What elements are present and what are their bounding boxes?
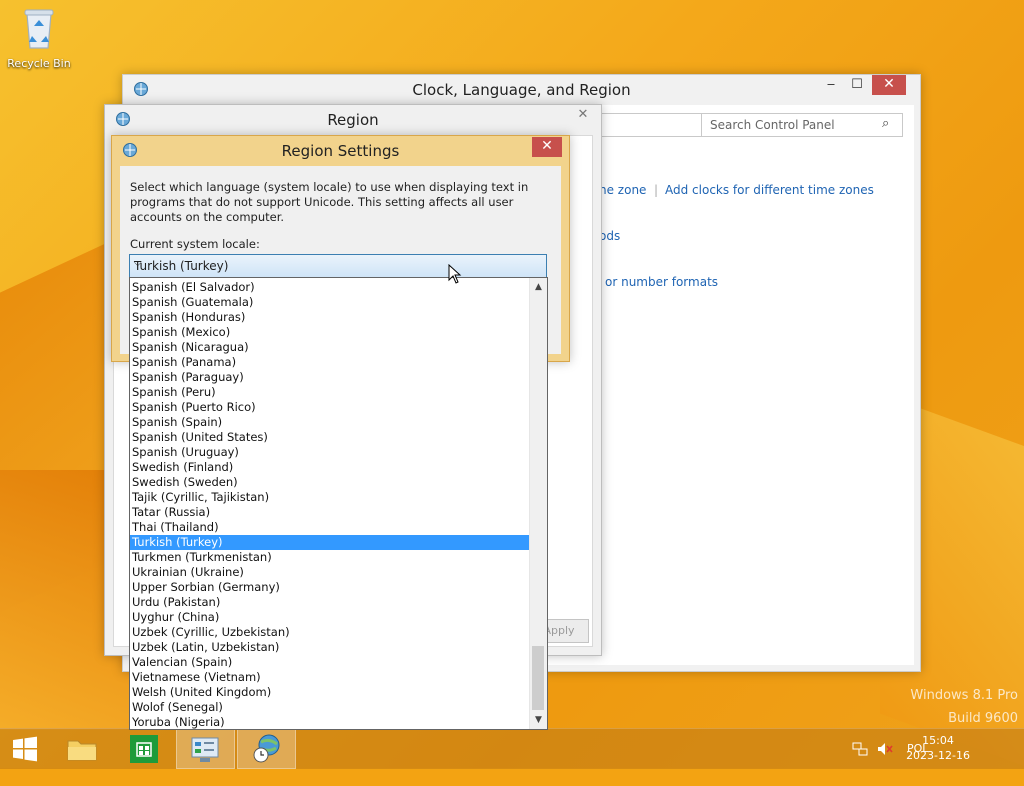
- watermark-edition: Windows 8.1 Pro: [910, 688, 1018, 703]
- locale-option[interactable]: Yoruba (Nigeria): [130, 715, 529, 729]
- scroll-up-icon[interactable]: ▲: [530, 279, 547, 295]
- locale-option[interactable]: Swedish (Finland): [130, 460, 529, 475]
- clock-date: 2023-12-16: [906, 749, 970, 762]
- vertical-scrollbar[interactable]: ▲ ▼: [529, 278, 547, 729]
- close-button[interactable]: ✕: [872, 75, 906, 95]
- taskbar-control-panel[interactable]: [176, 729, 235, 769]
- locale-option[interactable]: Valencian (Spain): [130, 655, 529, 670]
- taskbar: POL 15:04 2023-12-16: [0, 728, 1024, 769]
- recycle-bin-label: Recycle Bin: [7, 57, 71, 70]
- network-icon[interactable]: [852, 741, 868, 760]
- locale-option[interactable]: Vietnamese (Vietnam): [130, 670, 529, 685]
- locale-option[interactable]: Urdu (Pakistan): [130, 595, 529, 610]
- locale-option[interactable]: Spanish (Guatemala): [130, 295, 529, 310]
- search-placeholder: Search Control Panel: [710, 118, 835, 132]
- chevron-down-icon[interactable]: ⌵: [134, 258, 542, 269]
- window-title: Clock, Language, and Region: [412, 81, 631, 99]
- dialog-title: Region Settings: [281, 142, 400, 160]
- locale-option[interactable]: Spanish (Paraguay): [130, 370, 529, 385]
- locale-dropdown-list[interactable]: Spanish (El Salvador) Spanish (Guatemala)…: [129, 277, 548, 730]
- recycle-bin-shortcut[interactable]: Recycle Bin: [6, 6, 72, 70]
- scrollbar-thumb[interactable]: [532, 646, 544, 710]
- locale-option[interactable]: Spanish (Mexico): [130, 325, 529, 340]
- current-locale-label: Current system locale:: [130, 237, 260, 251]
- locale-option[interactable]: Spanish (Peru): [130, 385, 529, 400]
- scroll-down-icon[interactable]: ▼: [530, 712, 547, 728]
- locale-option[interactable]: Spanish (Nicaragua): [130, 340, 529, 355]
- recycle-bin-icon: [24, 9, 54, 49]
- search-icon[interactable]: ⌕: [882, 116, 889, 131]
- volume-muted-icon[interactable]: [877, 741, 893, 760]
- globe-clock-icon: [253, 734, 280, 763]
- locale-option[interactable]: Spanish (Panama): [130, 355, 529, 370]
- locale-option[interactable]: Swedish (Sweden): [130, 475, 529, 490]
- link-separator: |: [654, 183, 659, 197]
- system-locale-select[interactable]: Turkish (Turkey) ⌵: [129, 254, 547, 278]
- minimize-button[interactable]: ‒: [823, 75, 839, 97]
- link-number-formats[interactable]: or number formats: [605, 275, 718, 289]
- locale-option[interactable]: Tatar (Russia): [130, 505, 529, 520]
- folder-icon: [67, 740, 97, 761]
- close-button[interactable]: ✕: [532, 137, 562, 157]
- close-button[interactable]: ✕: [573, 105, 593, 127]
- link-add-clocks[interactable]: Add clocks for different time zones: [665, 183, 874, 197]
- taskbar-region[interactable]: [237, 729, 296, 769]
- locale-option[interactable]: Uzbek (Latin, Uzbekistan): [130, 640, 529, 655]
- locale-option[interactable]: Spanish (Uruguay): [130, 445, 529, 460]
- search-input[interactable]: Search Control Panel ⌕: [701, 113, 903, 137]
- taskbar-store[interactable]: [117, 729, 173, 769]
- windows-logo-icon: [13, 736, 37, 762]
- locale-option-selected[interactable]: Turkish (Turkey): [130, 535, 529, 550]
- watermark-build: Build 9600: [948, 711, 1018, 726]
- locale-option[interactable]: Spanish (Puerto Rico): [130, 400, 529, 415]
- locale-option[interactable]: Spanish (United States): [130, 430, 529, 445]
- control-panel-icon: [191, 737, 219, 762]
- start-button[interactable]: [0, 729, 56, 769]
- locale-option[interactable]: Ukrainian (Ukraine): [130, 565, 529, 580]
- locale-option[interactable]: Spanish (El Salvador): [130, 280, 529, 295]
- taskbar-file-explorer[interactable]: [56, 729, 112, 769]
- maximize-button[interactable]: ☐: [849, 75, 865, 97]
- link-methods[interactable]: ods: [599, 229, 620, 243]
- window-title: Region: [327, 111, 379, 129]
- locale-option[interactable]: Uzbek (Cyrillic, Uzbekistan): [130, 625, 529, 640]
- locale-option[interactable]: Thai (Thailand): [130, 520, 529, 535]
- locale-option[interactable]: Upper Sorbian (Germany): [130, 580, 529, 595]
- clock-time: 15:04: [922, 734, 954, 747]
- locale-option[interactable]: Wolof (Senegal): [130, 700, 529, 715]
- store-icon: [130, 735, 158, 763]
- locale-option[interactable]: Uyghur (China): [130, 610, 529, 625]
- windows-watermark: Windows 8.1 Pro Build 9600: [910, 684, 1018, 730]
- locale-option[interactable]: Turkmen (Turkmenistan): [130, 550, 529, 565]
- locale-option[interactable]: Spanish (Spain): [130, 415, 529, 430]
- locale-option[interactable]: Tajik (Cyrillic, Tajikistan): [130, 490, 529, 505]
- locale-options: Spanish (El Salvador) Spanish (Guatemala)…: [130, 280, 529, 729]
- mouse-cursor-icon: [448, 264, 462, 284]
- system-clock[interactable]: 15:04 2023-12-16: [906, 733, 970, 763]
- locale-option[interactable]: Welsh (United Kingdom): [130, 685, 529, 700]
- locale-description: Select which language (system locale) to…: [130, 180, 529, 224]
- link-time-zone[interactable]: ne zone: [599, 183, 646, 197]
- locale-option[interactable]: Spanish (Honduras): [130, 310, 529, 325]
